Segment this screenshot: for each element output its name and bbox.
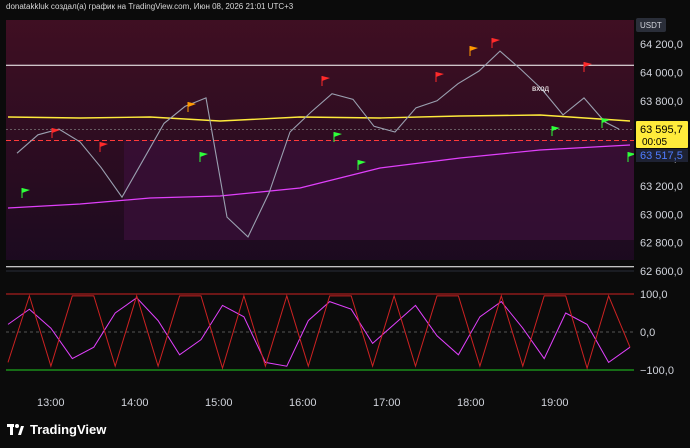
tradingview-icon (7, 423, 24, 435)
last-price-value: 63 595,7 (640, 124, 683, 136)
y-tick-label: 62 600,0 (640, 266, 683, 278)
x-tick-label: 16:00 (289, 397, 317, 409)
time-axis: 13:00 14:00 15:00 16:00 17:00 18:00 19:00 (37, 397, 569, 409)
x-tick-label: 14:00 (121, 397, 149, 409)
chart-canvas: USDT 64 200,064 000,063 800,063 600,063 … (6, 16, 690, 426)
y-tick-label: 63 000,0 (640, 209, 683, 221)
y-tick-label: 64 000,0 (640, 67, 683, 79)
y-tick-label: 64 200,0 (640, 39, 683, 51)
brand-name: TradingView (30, 422, 107, 437)
x-tick-label: 18:00 (457, 397, 485, 409)
last-price-label: 63 595,7 00:05 (636, 121, 688, 148)
y-tick-label: 63 800,0 (640, 96, 683, 108)
osc-tick-label: 100,0 (640, 289, 668, 301)
tradingview-logo[interactable]: TradingView (7, 422, 106, 437)
currency-label: USDT (640, 21, 662, 30)
x-tick-label: 17:00 (373, 397, 401, 409)
entry-label: вход (532, 84, 549, 93)
x-tick-label: 19:00 (541, 397, 569, 409)
currency-badge[interactable]: USDT (636, 18, 666, 32)
osc-tick-label: 0,0 (640, 327, 655, 339)
y-tick-label: 62 800,0 (640, 238, 683, 250)
second-price-label: 63 517,5 (636, 149, 688, 162)
x-tick-label: 13:00 (37, 397, 65, 409)
countdown-value: 00:05 (642, 137, 667, 148)
x-tick-label: 15:00 (205, 397, 233, 409)
y-tick-label: 63 200,0 (640, 181, 683, 193)
second-price-value: 63 517,5 (640, 150, 683, 162)
osc-tick-label: −100,0 (640, 365, 674, 377)
